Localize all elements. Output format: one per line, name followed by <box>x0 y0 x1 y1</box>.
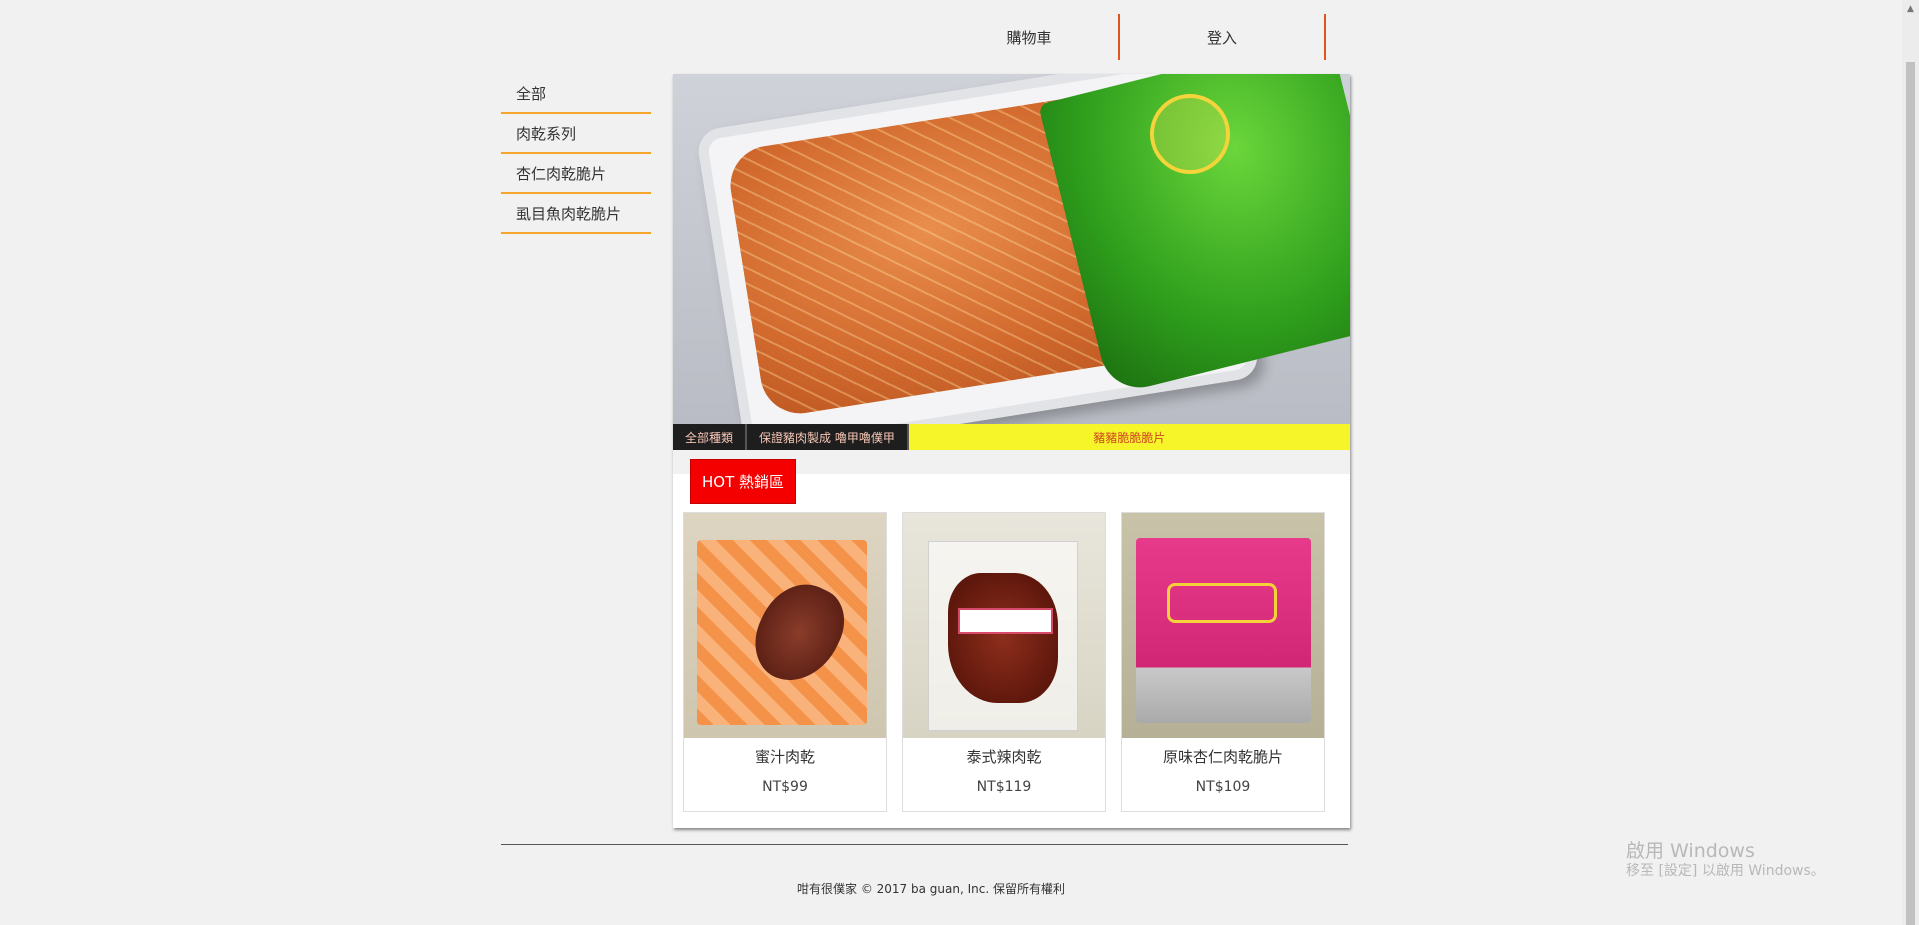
cart-link[interactable]: 購物車 <box>940 14 1120 60</box>
product-label-shape <box>958 608 1053 634</box>
product-price: NT$99 <box>762 779 808 795</box>
product-card-honey-jerky[interactable]: 蜜汁肉乾 NT$99 <box>683 512 887 812</box>
category-sidebar: 全部 肉乾系列 杏仁肉乾脆片 虱目魚肉乾脆片 <box>501 74 651 234</box>
banner-caption-pork-chips[interactable]: 豬豬脆脆脆片 <box>908 424 1350 450</box>
product-title-shape <box>1167 583 1277 623</box>
product-card-thai-spicy-jerky[interactable]: 泰式辣肉乾 NT$119 <box>902 512 1106 812</box>
hot-section-label: HOT 熱銷區 <box>690 459 796 504</box>
product-image[interactable] <box>1122 513 1324 738</box>
product-image[interactable] <box>903 513 1105 738</box>
watermark-subtitle: 移至 [設定] 以啟用 Windows。 <box>1626 862 1825 879</box>
product-card-almond-jerky-chips[interactable]: 原味杏仁肉乾脆片 NT$109 <box>1121 512 1325 812</box>
product-price: NT$119 <box>976 779 1032 795</box>
banner-bag-emblem <box>1150 94 1230 174</box>
product-name[interactable]: 蜜汁肉乾 <box>684 746 886 767</box>
watermark-title: 啟用 Windows <box>1626 840 1755 862</box>
footer-copyright: 咁有很僕家 © 2017 ba guan, Inc. 保留所有權利 <box>797 882 1065 896</box>
footer-divider <box>501 844 1348 845</box>
banner-image[interactable] <box>673 74 1350 425</box>
product-name[interactable]: 泰式辣肉乾 <box>903 746 1105 767</box>
banner-caption-bar: 全部種類 保證豬肉製成 嚕甲嚕僕甲 豬豬脆脆脆片 <box>673 424 1350 450</box>
product-name[interactable]: 原味杏仁肉乾脆片 <box>1122 746 1324 767</box>
vertical-scrollbar[interactable]: ▲ <box>1902 0 1919 925</box>
sidebar-item-all[interactable]: 全部 <box>501 74 651 114</box>
banner-caption-pork-guarantee[interactable]: 保證豬肉製成 嚕甲嚕僕甲 <box>747 424 909 450</box>
product-list: 蜜汁肉乾 NT$99 泰式辣肉乾 NT$119 原味杏仁肉乾脆片 NT$109 <box>683 512 1325 812</box>
sidebar-item-jerky-series[interactable]: 肉乾系列 <box>501 114 651 154</box>
login-link[interactable]: 登入 <box>1120 14 1326 60</box>
top-nav: 購物車 登入 <box>940 14 1326 60</box>
product-price: NT$109 <box>1195 779 1251 795</box>
banner-caption-all-types[interactable]: 全部種類 <box>673 424 748 450</box>
scrollbar-thumb[interactable] <box>1906 62 1915 925</box>
sidebar-item-almond-jerky-chips[interactable]: 杏仁肉乾脆片 <box>501 154 651 194</box>
main-panel: 全部種類 保證豬肉製成 嚕甲嚕僕甲 豬豬脆脆脆片 HOT 熱銷區 蜜汁肉乾 NT… <box>673 74 1350 828</box>
scroll-up-icon[interactable]: ▲ <box>1902 0 1919 17</box>
product-package-shape <box>1136 538 1311 723</box>
product-meat-shape <box>948 573 1058 703</box>
windows-activation-watermark: 啟用 Windows 移至 [設定] 以啟用 Windows。 <box>1626 840 1825 880</box>
sidebar-item-milkfish-jerky-chips[interactable]: 虱目魚肉乾脆片 <box>501 194 651 234</box>
product-image[interactable] <box>684 513 886 738</box>
